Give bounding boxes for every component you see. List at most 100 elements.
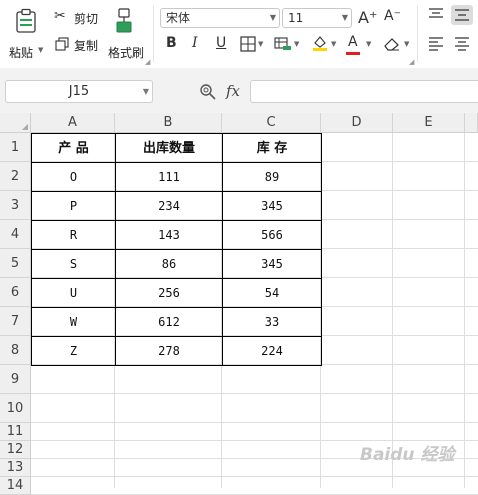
- row-header-3[interactable]: 3: [0, 191, 31, 220]
- fill-color-icon[interactable]: [311, 34, 329, 52]
- table-cell[interactable]: O: [31, 162, 116, 192]
- row-header-7[interactable]: 7: [0, 307, 31, 336]
- copy-button[interactable]: 复制: [52, 35, 102, 55]
- chevron-down-icon: ▼: [341, 13, 348, 22]
- align-center-icon[interactable]: [454, 37, 470, 51]
- bold-button[interactable]: B: [166, 35, 177, 51]
- paste-button[interactable]: 粘贴 ▼: [8, 6, 44, 64]
- table-cell[interactable]: 143: [115, 220, 223, 250]
- font-name-select[interactable]: 宋体 ▼: [160, 8, 280, 28]
- name-box-value: J15: [68, 84, 90, 99]
- column-header-b[interactable]: B: [115, 113, 222, 133]
- increase-font-size-button[interactable]: A⁺: [358, 8, 377, 27]
- row-header-12[interactable]: 12: [0, 441, 31, 459]
- table-cell[interactable]: U: [31, 278, 116, 308]
- align-middle-icon: [455, 9, 469, 21]
- font-color-dropdown-icon[interactable]: ▼: [366, 40, 371, 48]
- gridline-horizontal: [31, 393, 478, 394]
- copy-label: 复制: [74, 39, 99, 53]
- eraser-icon[interactable]: [383, 36, 401, 52]
- table-cell[interactable]: 256: [115, 278, 223, 308]
- table-cell[interactable]: 345: [222, 249, 322, 279]
- table-cell[interactable]: S: [31, 249, 116, 279]
- align-left-icon[interactable]: [428, 37, 444, 51]
- table-cell[interactable]: P: [31, 191, 116, 221]
- column-header-extra[interactable]: [465, 113, 478, 133]
- gridline-vertical: [464, 133, 465, 488]
- group-expand-icon[interactable]: ◢: [409, 58, 414, 66]
- paste-label: 粘贴: [9, 46, 34, 60]
- table-cell[interactable]: 566: [222, 220, 322, 250]
- table-header-cell[interactable]: 产 品: [31, 133, 116, 163]
- conditional-format-icon[interactable]: [274, 36, 292, 52]
- divider: [153, 6, 154, 62]
- divider: [417, 6, 418, 62]
- select-all-corner[interactable]: ◢: [0, 113, 31, 133]
- chevron-down-icon: ▼: [269, 13, 276, 22]
- row-header-8[interactable]: 8: [0, 336, 31, 365]
- row-header-14[interactable]: 14: [0, 477, 31, 495]
- table-header-cell[interactable]: 库 存: [222, 133, 322, 163]
- corner-triangle-icon: ◢: [21, 122, 28, 131]
- cut-button[interactable]: ✂ 剪切: [52, 8, 102, 28]
- row-header-6[interactable]: 6: [0, 278, 31, 307]
- font-size-select[interactable]: 11 ▼: [282, 8, 352, 28]
- zoom-search-icon[interactable]: [199, 83, 217, 101]
- column-header-d[interactable]: D: [321, 113, 393, 133]
- font-color-glyph: A: [348, 34, 358, 50]
- font-name-value: 宋体: [166, 11, 191, 25]
- table-cell[interactable]: 33: [222, 307, 322, 337]
- align-middle-button[interactable]: [451, 5, 473, 25]
- font-size-value: 11: [288, 11, 304, 25]
- row-header-4[interactable]: 4: [0, 220, 31, 249]
- gridline-horizontal: [31, 422, 478, 423]
- paste-dropdown-icon[interactable]: ▼: [38, 46, 43, 54]
- formula-input[interactable]: [250, 80, 478, 103]
- column-header-e[interactable]: E: [393, 113, 465, 133]
- fx-label[interactable]: fx: [226, 82, 240, 100]
- table-cell[interactable]: 234: [115, 191, 223, 221]
- table-cell[interactable]: 54: [222, 278, 322, 308]
- table-cell[interactable]: 111: [115, 162, 223, 192]
- format-painter-icon: [116, 8, 132, 33]
- row-header-2[interactable]: 2: [0, 162, 31, 191]
- clear-dropdown-icon[interactable]: ▼: [404, 40, 409, 48]
- fill-color-dropdown-icon[interactable]: ▼: [331, 40, 336, 48]
- copy-icon: [55, 37, 69, 51]
- chevron-down-icon: ▼: [142, 87, 149, 96]
- table-cell[interactable]: 612: [115, 307, 223, 337]
- row-header-5[interactable]: 5: [0, 249, 31, 278]
- decrease-font-size-button[interactable]: A⁻: [384, 8, 401, 24]
- group-expand-icon[interactable]: ◢: [145, 58, 150, 66]
- row-header-13[interactable]: 13: [0, 459, 31, 477]
- borders-icon[interactable]: [240, 36, 256, 52]
- table-cell[interactable]: 224: [222, 336, 322, 366]
- row-header-9[interactable]: 9: [0, 365, 31, 394]
- ribbon-toolbar: 粘贴 ▼ ✂ 剪切 复制 格式刷 宋体 ▼ 11 ▼ A⁺ A⁻ B I U ▼…: [0, 0, 478, 69]
- table-cell[interactable]: 278: [115, 336, 223, 366]
- table-cell[interactable]: W: [31, 307, 116, 337]
- format-painter-button[interactable]: 格式刷: [106, 6, 146, 64]
- italic-button[interactable]: I: [192, 35, 198, 51]
- table-cell[interactable]: 89: [222, 162, 322, 192]
- font-color-button[interactable]: A: [348, 34, 358, 50]
- font-color-bar: [346, 52, 360, 55]
- row-header-10[interactable]: 10: [0, 394, 31, 423]
- underline-button[interactable]: U: [216, 35, 226, 51]
- table-cell[interactable]: R: [31, 220, 116, 250]
- cut-label: 剪切: [74, 12, 99, 26]
- gridline-horizontal: [31, 476, 478, 477]
- row-header-11[interactable]: 11: [0, 423, 31, 441]
- column-header-a[interactable]: A: [31, 113, 115, 133]
- watermark-text: Baidu 经验: [360, 445, 455, 465]
- row-header-1[interactable]: 1: [0, 133, 31, 162]
- table-header-cell[interactable]: 出库数量: [115, 133, 223, 163]
- table-cell[interactable]: 86: [115, 249, 223, 279]
- borders-dropdown-icon[interactable]: ▼: [258, 40, 263, 48]
- name-box[interactable]: J15 ▼: [5, 80, 153, 103]
- conditional-dropdown-icon[interactable]: ▼: [294, 40, 299, 48]
- align-top-icon[interactable]: [428, 8, 444, 22]
- table-cell[interactable]: Z: [31, 336, 116, 366]
- table-cell[interactable]: 345: [222, 191, 322, 221]
- column-header-c[interactable]: C: [222, 113, 321, 133]
